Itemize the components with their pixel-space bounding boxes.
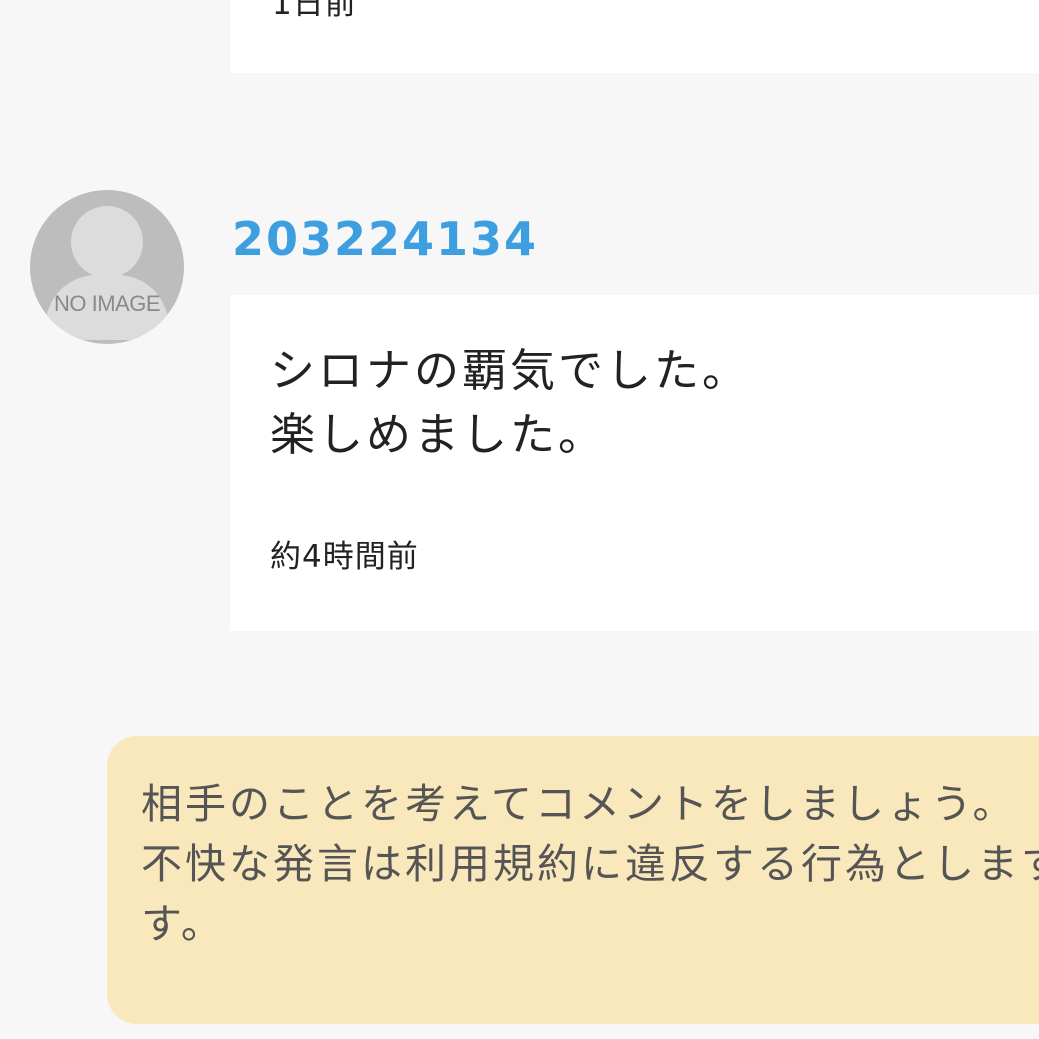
comments-view: 1日前 NO IMAGE 203224134 シロナの覇気でした。 楽しめました…: [0, 0, 1039, 1039]
avatar-no-image-label: NO IMAGE: [53, 291, 161, 316]
notice-text: 相手のことを考えてコメントをしましょう。 不快な発言は利用規約に違反する行為とし…: [141, 780, 1039, 948]
avatar[interactable]: NO IMAGE: [30, 190, 184, 344]
comment-guidelines-notice: 相手のことを考えてコメントをしましょう。 不快な発言は利用規約に違反する行為とし…: [107, 736, 1039, 1024]
comment-time: 約4時間前: [270, 539, 419, 575]
user-placeholder-icon: [42, 206, 172, 340]
comment-body: シロナの覇気でした。 楽しめました。: [270, 344, 751, 461]
comment-card: シロナの覇気でした。 楽しめました。 約4時間前: [230, 295, 1039, 631]
previous-comment-card: 1日前: [230, 0, 1039, 73]
comment-username[interactable]: 203224134: [232, 212, 538, 266]
previous-comment-time: 1日前: [272, 0, 357, 22]
